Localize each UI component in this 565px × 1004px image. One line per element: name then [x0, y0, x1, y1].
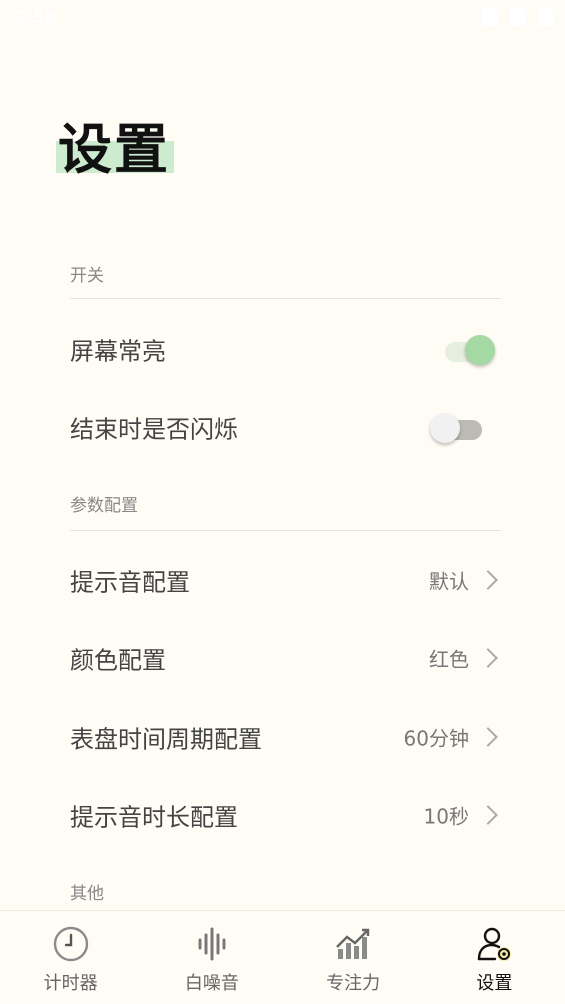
- clock-icon: [53, 926, 88, 962]
- setting-value: 60分钟: [403, 726, 469, 751]
- screen-on-toggle[interactable]: [441, 332, 495, 366]
- sim-icon: [481, 8, 497, 26]
- chart-icon: [336, 928, 370, 959]
- nav-item-settings[interactable]: 设置: [424, 911, 565, 1004]
- nav-label: 计时器: [43, 973, 98, 994]
- toggle-knob: [465, 335, 495, 365]
- nav-item-timer[interactable]: 计时器: [0, 911, 141, 1004]
- toggle-knob: [430, 413, 460, 443]
- nav-item-white-noise[interactable]: 白噪音: [141, 911, 282, 1004]
- setting-screen-on[interactable]: 屏幕常亮: [0, 313, 565, 385]
- nav-label: 白噪音: [184, 973, 239, 994]
- nav-label: 专注力: [326, 973, 381, 994]
- setting-label: 颜色配置: [70, 646, 166, 675]
- page-title: 设置: [56, 116, 186, 186]
- nav-label: 设置: [476, 973, 513, 994]
- sound-wave-icon: [198, 927, 226, 961]
- setting-label: 屏幕常亮: [70, 337, 166, 366]
- section-label-params: 参数配置: [70, 496, 138, 516]
- page-title-text: 设置: [58, 117, 170, 181]
- chevron-right-icon: [478, 805, 498, 825]
- setting-label: 提示音时长配置: [70, 803, 238, 832]
- setting-dial-period[interactable]: 表盘时间周期配置 60分钟: [0, 701, 565, 773]
- setting-value: 红色: [429, 647, 469, 672]
- setting-flash-on-end[interactable]: 结束时是否闪烁: [0, 391, 565, 463]
- section-label-switches: 开关: [70, 266, 104, 286]
- setting-value: 默认: [429, 569, 469, 594]
- settings-screen: 2:58 设置 开关 屏幕常亮 结束时是否闪烁 参数配置 提示音配置 默认 颜色: [0, 0, 565, 1004]
- chevron-right-icon: [478, 727, 498, 747]
- status-time: 2:58: [14, 8, 57, 28]
- setting-label: 表盘时间周期配置: [70, 725, 262, 754]
- divider: [70, 530, 501, 531]
- chevron-right-icon: [478, 648, 498, 668]
- nav-item-focus[interactable]: 专注力: [283, 911, 424, 1004]
- divider: [70, 298, 501, 299]
- chevron-right-icon: [478, 570, 498, 590]
- setting-color[interactable]: 颜色配置 红色: [0, 622, 565, 694]
- bottom-nav: 计时器 白噪音 专注力 设置: [0, 910, 565, 1004]
- setting-sound-duration[interactable]: 提示音时长配置 10秒: [0, 779, 565, 851]
- setting-label: 结束时是否闪烁: [70, 415, 238, 444]
- setting-label: 提示音配置: [70, 568, 190, 597]
- wifi-icon: [509, 8, 525, 26]
- user-settings-icon: [478, 927, 512, 961]
- setting-value: 10秒: [423, 804, 469, 829]
- status-bar: 2:58: [0, 0, 565, 36]
- flash-on-end-toggle[interactable]: [430, 410, 484, 444]
- setting-sound[interactable]: 提示音配置 默认: [0, 544, 565, 616]
- battery-icon: [537, 8, 553, 26]
- section-label-others: 其他: [70, 884, 104, 904]
- status-icons: [481, 8, 553, 26]
